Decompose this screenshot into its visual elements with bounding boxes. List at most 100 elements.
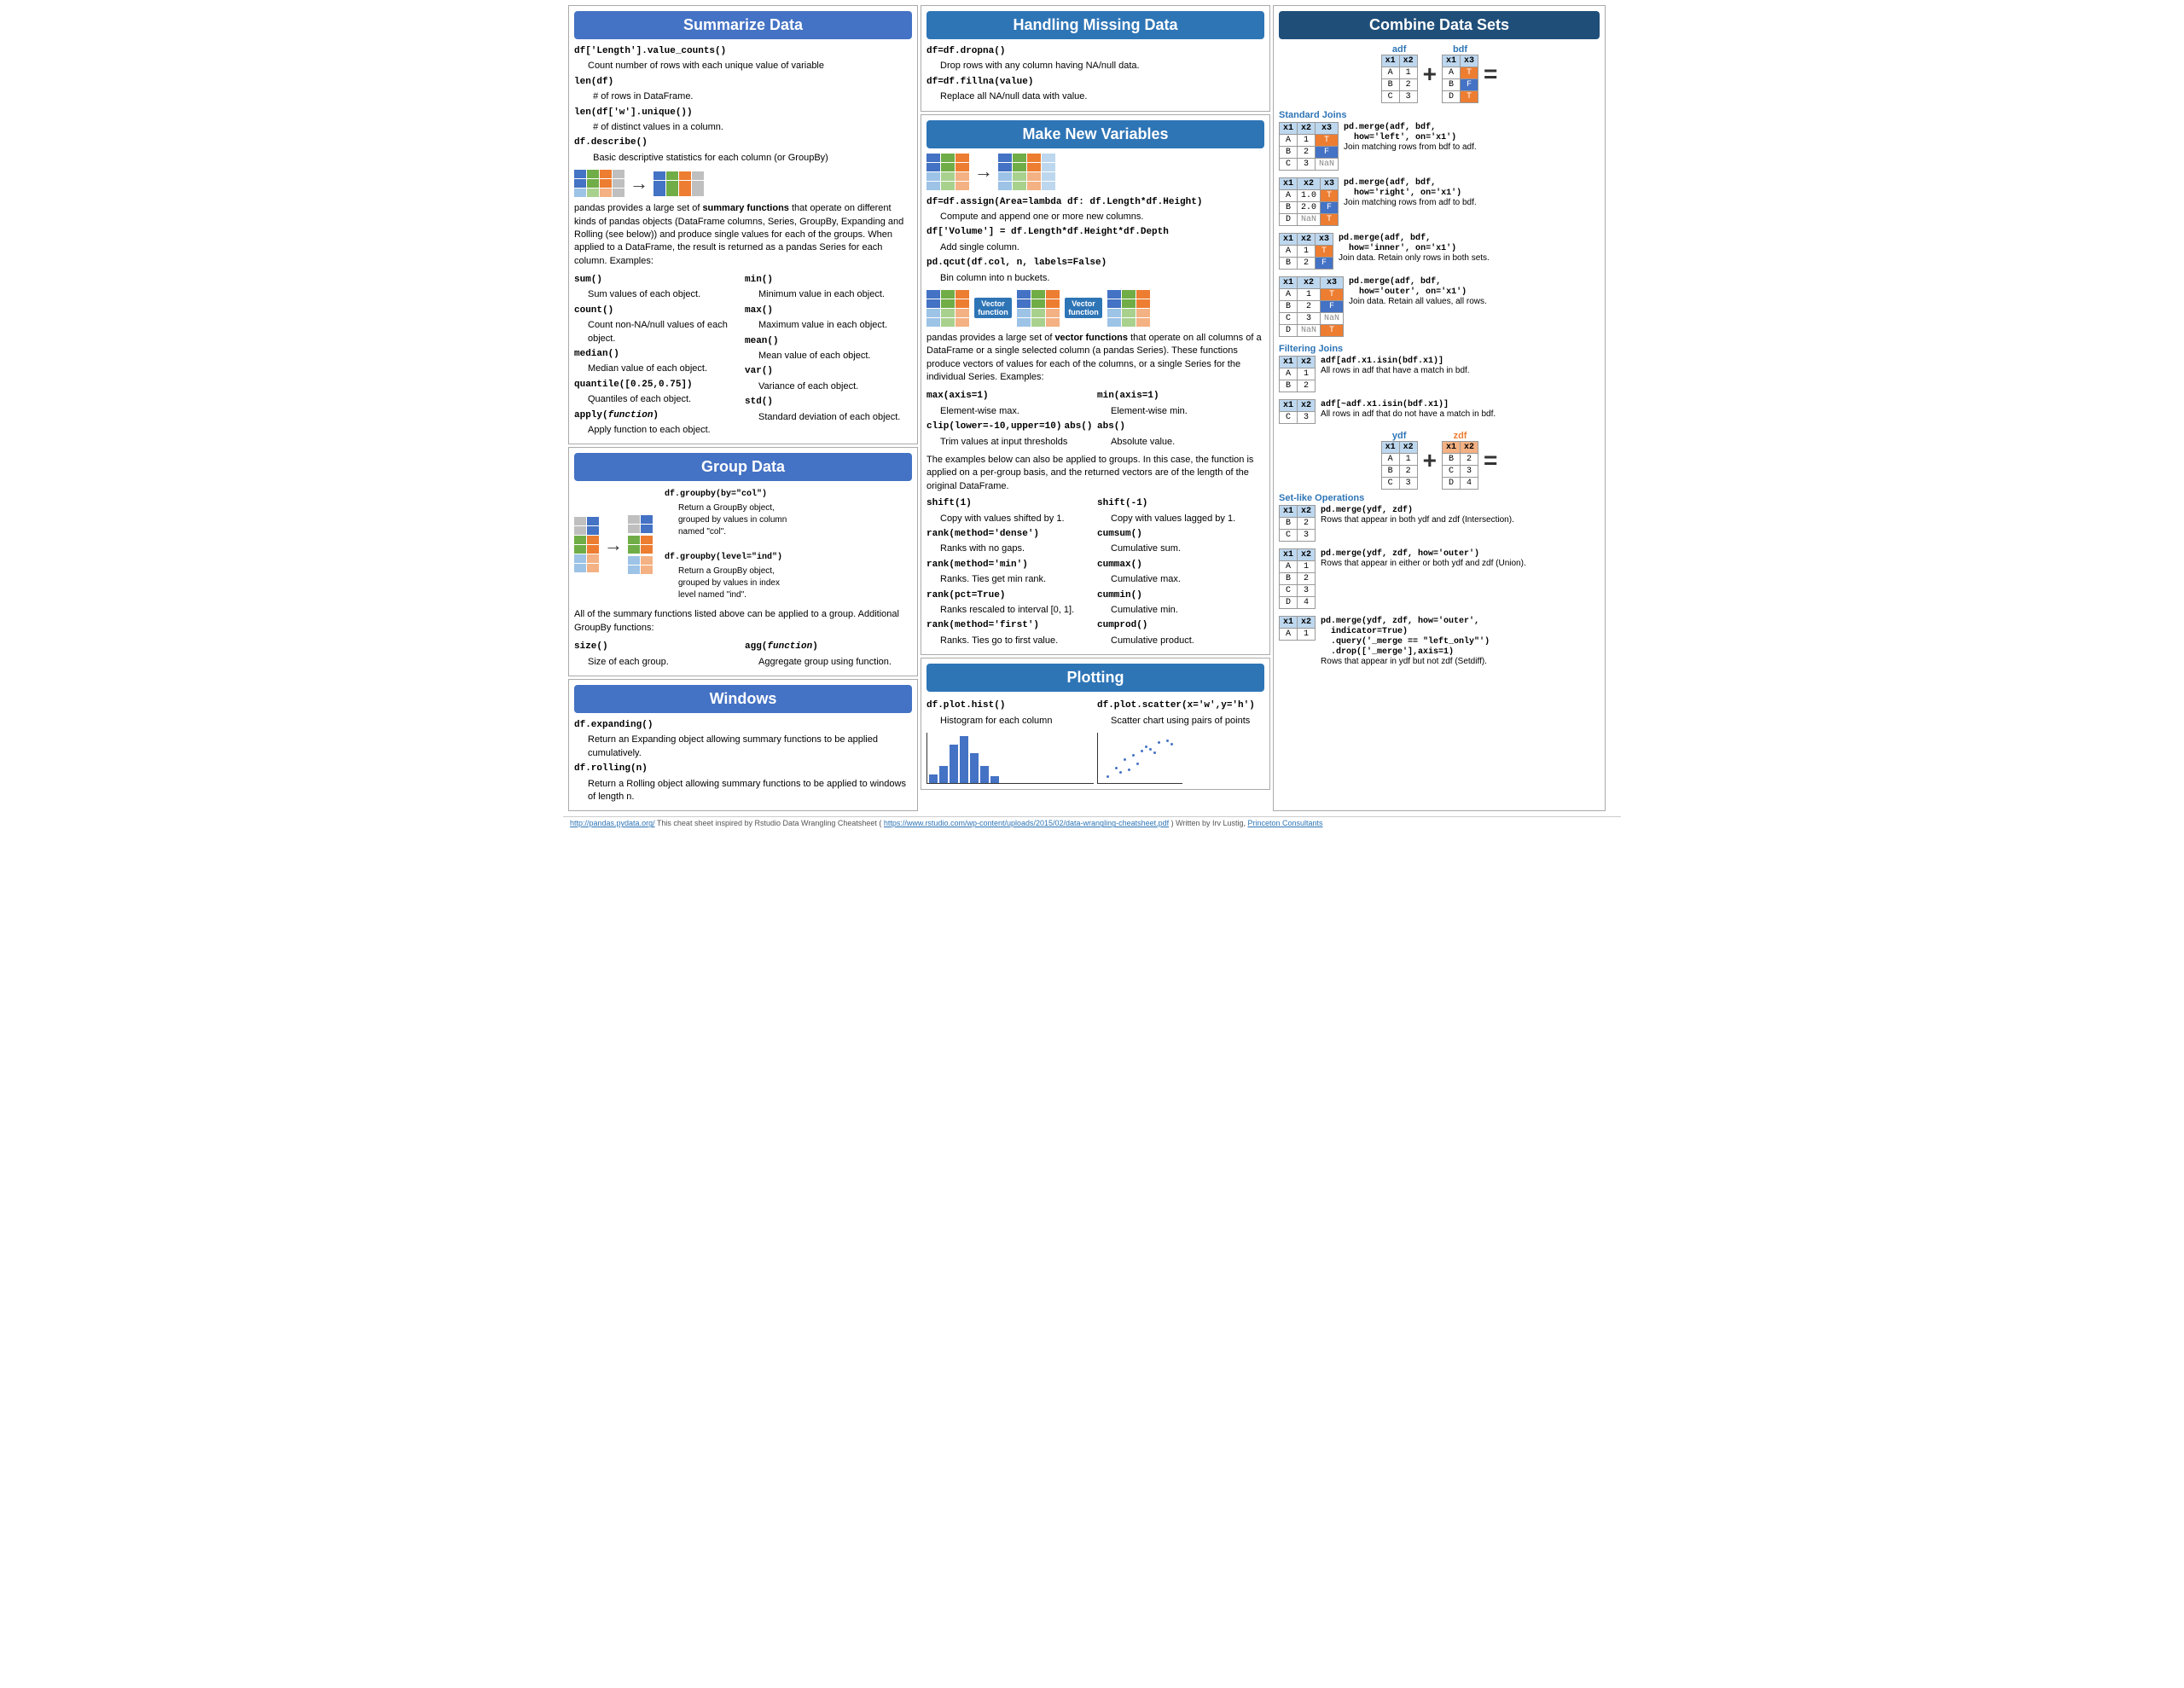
- missing-code-2: df=df.fillna(value): [926, 77, 1033, 87]
- left-join-table: x1x2x3 A1T B2F C3NaN: [1279, 122, 1339, 171]
- summarize-viz: →: [574, 170, 912, 197]
- isin-join-table: x1x2 A1 B2: [1279, 356, 1316, 392]
- funcs-left: sum()Sum values of each object. count()C…: [574, 271, 741, 438]
- main-layout: Summarize Data df['Length'].value_counts…: [563, 0, 1621, 816]
- footer-link-princeton[interactable]: Princeton Consultants: [1248, 819, 1323, 827]
- group-viz-right: [628, 515, 653, 574]
- missing-code-1: df=df.dropna(): [926, 46, 1005, 56]
- not-isin-join-desc: adf[~adf.x1.isin(bdf.x1)] All rows in ad…: [1321, 399, 1600, 419]
- viz-left: [574, 170, 624, 197]
- group-arrow: →: [604, 534, 623, 556]
- sum-code-2: len(df): [574, 77, 613, 87]
- right-join-table: x1x2x3 A1.0T B2.0F DNaNT: [1279, 177, 1339, 226]
- more-funcs-right: shift(-1)Copy with values lagged by 1. c…: [1097, 495, 1264, 649]
- combine-title: Combine Data Sets: [1279, 11, 1600, 39]
- group-viz-left: [574, 517, 599, 572]
- setdiff-join: x1x2 A1 pd.merge(ydf, zdf, how='outer', …: [1279, 616, 1600, 666]
- footer-link-pandas[interactable]: http://pandas.pydata.org/: [570, 819, 655, 827]
- adf-wrap: adf x1x2 A1 B2 C3: [1381, 44, 1418, 103]
- adf-table: x1x2 A1 B2 C3: [1381, 55, 1418, 103]
- more-funcs-left: shift(1)Copy with values shifted by 1. r…: [926, 495, 1094, 649]
- equals-icon-2: =: [1484, 447, 1497, 474]
- isin-join: x1x2 A1 B2 adf[adf.x1.isin(bdf.x1)] All …: [1279, 356, 1600, 392]
- inner-join-table: x1x2x3 A1T B2F: [1279, 233, 1333, 270]
- missing-section: Handling Missing Data df=df.dropna() Dro…: [921, 5, 1270, 112]
- group-viz: → df.groupby(by="co: [574, 486, 912, 603]
- missing-desc-2: Replace all NA/null data with value.: [926, 90, 1264, 103]
- bdf-label: bdf: [1442, 44, 1478, 55]
- group-func-size: size() Size of each group.: [574, 638, 741, 670]
- left-join: x1x2x3 A1T B2F C3NaN pd.merge(adf, bdf, …: [1279, 122, 1600, 171]
- not-isin-join-table: x1x2 C3: [1279, 399, 1316, 424]
- sum-code-3: len(df['w'].unique()): [574, 107, 693, 118]
- sum-desc-3: # of distinct values in a column.: [574, 121, 912, 134]
- vector-funcs-left: max(axis=1)Element-wise max. clip(lower=…: [926, 387, 1094, 450]
- hist-content: df.plot.hist() Histogram for each column: [926, 697, 1094, 784]
- windows-code-2: df.rolling(n): [574, 763, 648, 774]
- sum-desc-2: # of rows in DataFrame.: [574, 90, 912, 103]
- group-title: Group Data: [574, 453, 912, 481]
- makenew-desc-2: Add single column.: [926, 241, 1264, 254]
- viz-arrow: →: [630, 172, 648, 194]
- equals-icon: =: [1484, 61, 1497, 88]
- plus-icon: +: [1423, 61, 1437, 88]
- not-isin-join: x1x2 C3 adf[~adf.x1.isin(bdf.x1)] All ro…: [1279, 399, 1600, 424]
- combine-bottom-viz: ydf x1x2 A1 B2 C3 + zdf x1x2 B2 C3: [1279, 431, 1600, 490]
- column-1: Summarize Data df['Length'].value_counts…: [568, 5, 918, 811]
- windows-desc-2: Return a Rolling object allowing summary…: [574, 778, 912, 804]
- combine-section: Combine Data Sets adf x1x2 A1 B2 C3 + bd…: [1273, 5, 1606, 811]
- makenew-arrow: →: [974, 160, 993, 183]
- windows-title: Windows: [574, 685, 912, 713]
- more-vector-funcs: shift(1)Copy with values shifted by 1. r…: [926, 495, 1264, 649]
- set-ops-title: Set-like Operations: [1279, 493, 1600, 503]
- makenew-desc-3: Bin column into n buckets.: [926, 272, 1264, 285]
- bdf-table: x1x3 AT BF DT: [1442, 55, 1478, 103]
- union-desc: pd.merge(ydf, zdf, how='outer') Rows tha…: [1321, 548, 1600, 568]
- ydf-label: ydf: [1381, 431, 1418, 441]
- scatter-content: df.plot.scatter(x='w',y='h') Scatter cha…: [1097, 697, 1264, 784]
- summarize-body: pandas provides a large set of summary f…: [574, 202, 912, 268]
- footer-link-rstudio[interactable]: https://www.rstudio.com/wp-content/uploa…: [884, 819, 1169, 827]
- zdf-label: zdf: [1442, 431, 1478, 441]
- plotting-content: df.plot.hist() Histogram for each column…: [926, 697, 1264, 784]
- setdiff-desc: pd.merge(ydf, zdf, how='outer', indicato…: [1321, 616, 1600, 666]
- union-table: x1x2 A1 B2 C3 D4: [1279, 548, 1316, 609]
- setdiff-table: x1x2 A1: [1279, 616, 1316, 641]
- footer: http://pandas.pydata.org/ This cheat she…: [563, 816, 1621, 829]
- sum-code-4: df.describe(): [574, 137, 648, 148]
- ydf-table: x1x2 A1 B2 C3: [1381, 441, 1418, 490]
- makenew-code-3: pd.qcut(df.col, n, labels=False): [926, 258, 1107, 268]
- viz-right: [653, 171, 704, 196]
- makenew-title: Make New Variables: [926, 120, 1264, 148]
- bdf-wrap: bdf x1x3 AT BF DT: [1442, 44, 1478, 103]
- column-2: Handling Missing Data df=df.dropna() Dro…: [921, 5, 1270, 811]
- makenew-before: [926, 154, 969, 190]
- windows-desc-1: Return an Expanding object allowing summ…: [574, 734, 912, 760]
- makenew-code-1: df=df.assign(Area=lambda df: df.Length*d…: [926, 197, 1202, 207]
- summarize-section: Summarize Data df['Length'].value_counts…: [568, 5, 918, 444]
- makenew-viz: →: [926, 154, 1264, 190]
- vector-funcs-right: min(axis=1)Element-wise min. abs()Absolu…: [1097, 387, 1264, 450]
- plus-icon-2: +: [1423, 447, 1437, 474]
- intersect-desc: pd.merge(ydf, zdf) Rows that appear in b…: [1321, 505, 1600, 525]
- windows-code-1: df.expanding(): [574, 720, 653, 730]
- zdf-wrap: zdf x1x2 B2 C3 D4: [1442, 431, 1478, 490]
- plotting-title: Plotting: [926, 664, 1264, 692]
- group-apply-text: The examples below can also be applied t…: [926, 454, 1264, 493]
- combine-top-viz: adf x1x2 A1 B2 C3 + bdf x1x3 AT BF: [1279, 44, 1600, 103]
- group-funcs-text: df.groupby(by="col") Return a GroupBy ob…: [665, 486, 787, 603]
- standard-joins-title: Standard Joins: [1279, 110, 1600, 120]
- group-func-agg: agg(function) Aggregate group using func…: [745, 638, 912, 670]
- filtering-joins-title: Filtering Joins: [1279, 344, 1600, 354]
- vector-box-1: Vectorfunction: [974, 298, 1012, 318]
- inner-join-desc: pd.merge(adf, bdf, how='inner', on='x1')…: [1339, 233, 1600, 263]
- adf-label: adf: [1381, 44, 1418, 55]
- group-section: Group Data →: [568, 447, 918, 676]
- column-3: Combine Data Sets adf x1x2 A1 B2 C3 + bd…: [1273, 5, 1606, 811]
- inner-join: x1x2x3 A1T B2F pd.merge(adf, bdf, how='i…: [1279, 233, 1600, 270]
- union-join: x1x2 A1 B2 C3 D4 pd.merge(ydf, zdf, how=…: [1279, 548, 1600, 609]
- group-body: All of the summary functions listed abov…: [574, 608, 912, 635]
- outer-join-table: x1x2x3 A1T B2F C3NaN DNaNT: [1279, 276, 1344, 337]
- left-join-desc: pd.merge(adf, bdf, how='left', on='x1') …: [1344, 122, 1600, 152]
- vector-viz: Vectorfunction Vectorfunction: [926, 290, 1264, 327]
